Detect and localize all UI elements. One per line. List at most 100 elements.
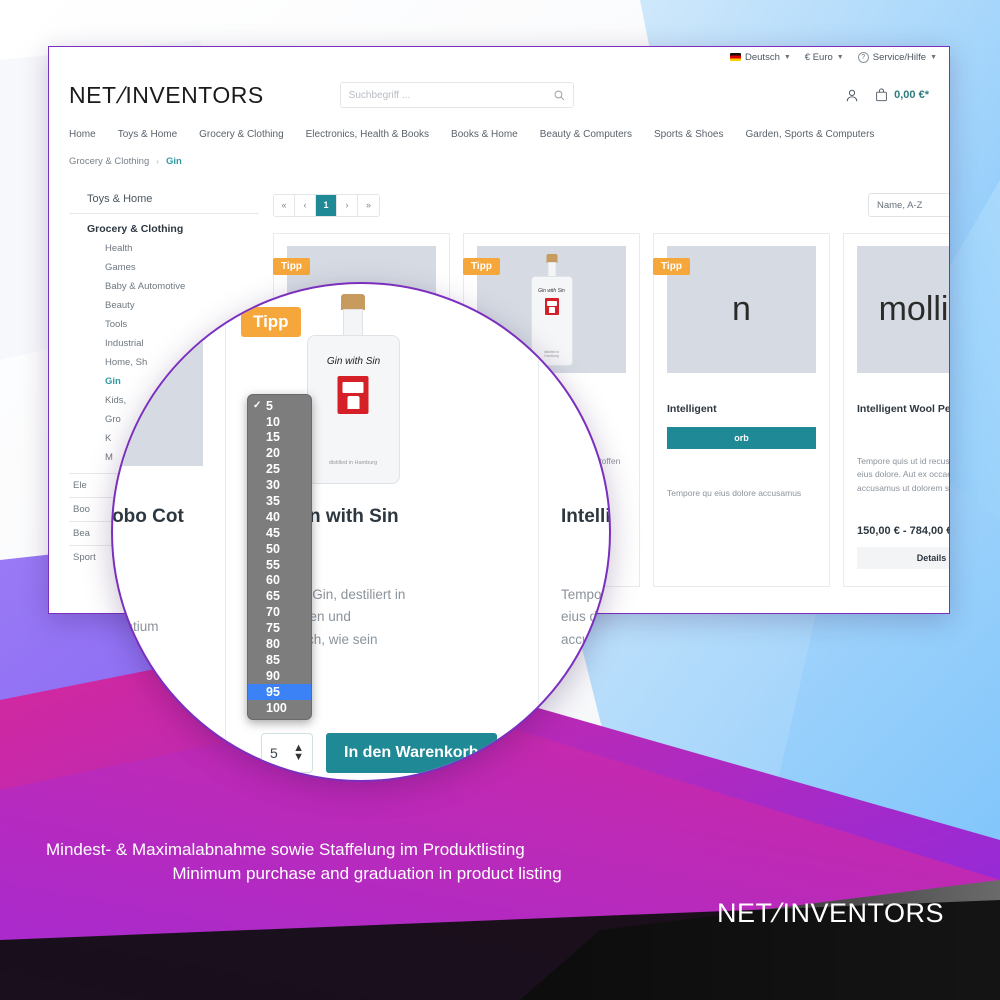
dropdown-option-25[interactable]: 25 (248, 462, 311, 478)
chevron-down-icon: ▼ (930, 53, 937, 61)
dropdown-option-5[interactable]: 5 (248, 398, 311, 414)
chevron-down-icon: ▼ (836, 53, 844, 61)
dropdown-option-80[interactable]: 80 (248, 636, 311, 652)
nav-item-grocery-clothing[interactable]: Grocery & Clothing (199, 129, 283, 140)
dropdown-option-65[interactable]: 65 (248, 589, 311, 605)
dropdown-option-35[interactable]: 35 (248, 493, 311, 509)
dropdown-option-90[interactable]: 90 (248, 668, 311, 684)
bottom-banner: Mindest- & Maximalabnahme sowie Staffelu… (0, 820, 1000, 1000)
quantity-value: 5 (270, 745, 278, 761)
service-label: Service/Hilfe (872, 51, 927, 63)
product-description: Tempore quis ut id recusandae cum eius d… (857, 455, 950, 493)
currency-selector[interactable]: € Euro ▼ (805, 52, 844, 63)
nav-item-toys-home[interactable]: Toys & Home (118, 129, 177, 140)
pagination-last[interactable]: » (358, 194, 379, 216)
product-card[interactable]: Tipp n Intelligent orb Tempore qu eius d… (653, 233, 830, 587)
add-to-cart-button[interactable]: In den Warenkorb (326, 733, 497, 773)
dropdown-option-20[interactable]: 20 (248, 446, 311, 462)
badge-tipp: Tipp (653, 258, 690, 275)
service-menu[interactable]: ? Service/Hilfe ▼ (857, 51, 937, 63)
dropdown-option-85[interactable]: 85 (248, 652, 311, 668)
banner-line-de: Mindest- & Maximalabnahme sowie Staffelu… (46, 840, 525, 859)
pagination: « ‹ 1 › » (273, 193, 380, 217)
dropdown-option-70[interactable]: 70 (248, 605, 311, 621)
sidebar-item-health[interactable]: Health (69, 239, 259, 258)
breadcrumb-current: Gin (165, 156, 182, 167)
dropdown-option-95[interactable]: 95 (248, 684, 311, 700)
dropdown-option-15[interactable]: 15 (248, 430, 311, 446)
bottle-label: Gin with Sin (326, 356, 381, 367)
quantity-input[interactable]: 5 ▲ ▼ (261, 733, 313, 773)
product-title[interactable]: ze Robo Cot (113, 506, 184, 528)
dropdown-option-60[interactable]: 60 (248, 573, 311, 589)
banner-line-en: Minimum purchase and graduation in produ… (172, 864, 562, 883)
nav-item-home[interactable]: Home (69, 129, 96, 140)
site-header: NET/INVENTORS Suchbegriff ... 0,00 €* (49, 67, 949, 123)
chevron-down-icon: ▼ (783, 53, 791, 61)
search-placeholder: Suchbegriff ... (348, 89, 411, 101)
banner-logo-net: NET (716, 898, 773, 928)
dropdown-option-55[interactable]: 55 (248, 557, 311, 573)
product-thumbnail: n (113, 294, 203, 466)
product-title[interactable]: Intelligent (561, 506, 609, 528)
search-input[interactable]: Suchbegriff ... (339, 82, 574, 108)
product-description: Tempore qu eius dolore accusamus (561, 587, 611, 647)
currency-label: € Euro (804, 51, 833, 63)
details-button[interactable]: Details (857, 547, 949, 570)
breadcrumb-separator-icon: › (156, 157, 159, 166)
spinner-arrows-icon[interactable]: ▲ ▼ (293, 743, 304, 763)
sort-select[interactable]: Name, A-Z ▲▼ (868, 193, 949, 217)
banner-caption: Mindest- & Maximalabnahme sowie Staffelu… (46, 840, 666, 884)
breadcrumb-parent[interactable]: Grocery & Clothing (69, 156, 149, 167)
hamburg-crest-icon (337, 376, 369, 414)
site-logo[interactable]: NET/INVENTORS (69, 82, 264, 109)
badge-tipp: Tipp (273, 258, 310, 275)
dropdown-option-100[interactable]: 100 (248, 700, 311, 716)
pagination-page-1[interactable]: 1 (316, 194, 337, 216)
sidebar-item-games[interactable]: Games (69, 258, 259, 277)
logo-text-net: NET (69, 81, 117, 108)
sidebar-active-grocery-clothing[interactable]: Grocery & Clothing (69, 214, 259, 239)
add-to-cart-button[interactable]: orb (667, 426, 816, 449)
card-divider (538, 284, 539, 780)
search-icon[interactable] (554, 90, 565, 101)
pagination-next[interactable]: › (337, 194, 358, 216)
pagination-first[interactable]: « (274, 194, 295, 216)
thumb-text: n (732, 290, 751, 328)
pagination-prev[interactable]: ‹ (295, 194, 316, 216)
product-card[interactable]: mollitia Intelligent Wool Perfomancer Te… (843, 233, 950, 587)
dropdown-option-40[interactable]: 40 (248, 509, 311, 525)
product-description: Tempore qu eius dolore accusamus (667, 487, 802, 498)
nav-item-sports-shoes[interactable]: Sports & Shoes (654, 129, 723, 140)
header-actions: 0,00 €* (845, 88, 929, 103)
cart-amount: 0,00 €* (894, 89, 929, 101)
thumb-text: mollitia (878, 290, 949, 328)
cart-widget[interactable]: 0,00 €* (875, 88, 929, 102)
language-label: Deutsch (745, 51, 780, 63)
sidebar-head-toys-home[interactable]: Toys & Home (69, 193, 259, 214)
nav-item-books-home[interactable]: Books & Home (451, 129, 518, 140)
user-icon[interactable] (845, 88, 859, 103)
dropdown-option-50[interactable]: 50 (248, 541, 311, 557)
product-title[interactable]: Intelligent Wool Perfomancer (857, 403, 949, 417)
dropdown-option-75[interactable]: 75 (248, 620, 311, 636)
nav-item-electronics-health-books[interactable]: Electronics, Health & Books (306, 129, 429, 140)
product-title[interactable]: Intelligent (667, 403, 816, 417)
magnifier-lens: Health Games Baby & Automotive Beauty To… (111, 282, 611, 782)
language-selector[interactable]: Deutsch ▼ (730, 52, 791, 63)
product-price: 15 (561, 696, 583, 717)
bottle-neck (343, 309, 363, 337)
dropdown-option-45[interactable]: 45 (248, 525, 311, 541)
gin-bottle-icon: Gin with Sin distilled in Hamburg (306, 294, 400, 484)
dropdown-option-10[interactable]: 10 (248, 414, 311, 430)
dropdown-option-30[interactable]: 30 (248, 477, 311, 493)
breadcrumb: Grocery & Clothing › Gin (49, 150, 949, 167)
question-mark-icon: ? (857, 51, 869, 63)
quantity-dropdown[interactable]: 5 10 15 20 25 30 35 40 45 50 55 60 65 70… (247, 394, 312, 720)
card-divider (225, 284, 226, 780)
nav-item-garden-sports-computers[interactable]: Garden, Sports & Computers (745, 129, 874, 140)
bag-icon (876, 88, 887, 102)
bottle-cork (341, 294, 365, 310)
nav-item-beauty-computers[interactable]: Beauty & Computers (540, 129, 632, 140)
magnified-content: Health Games Baby & Automotive Beauty To… (113, 284, 611, 780)
